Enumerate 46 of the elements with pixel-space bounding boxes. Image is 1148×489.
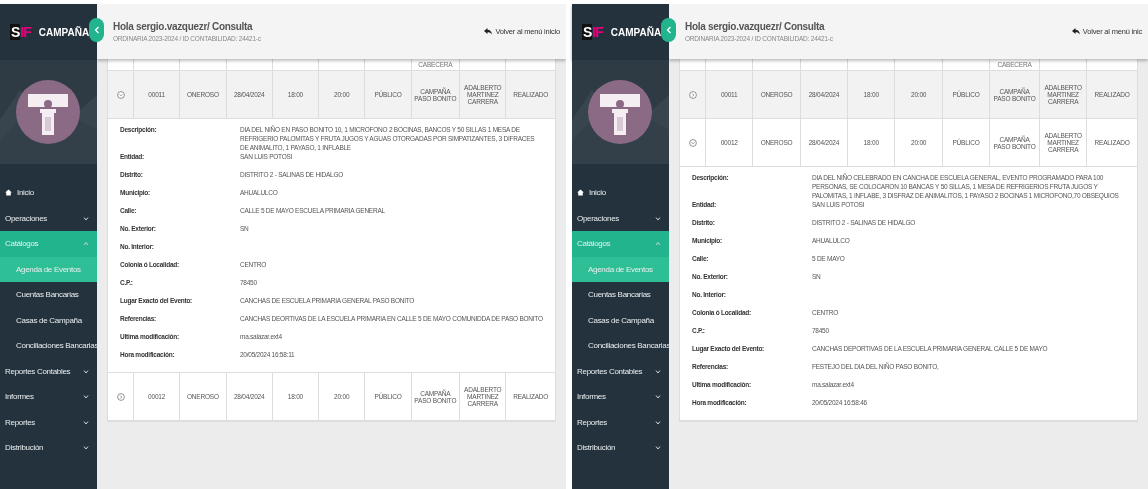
logo: SIF: [582, 24, 603, 40]
submenu-item[interactable]: Casas de Campaña: [572, 307, 669, 333]
brand-name: CAMPAÑA: [610, 26, 662, 38]
expand-icon[interactable]: [116, 392, 125, 401]
chevron-down-icon: [83, 394, 89, 400]
collapse-icon[interactable]: [116, 90, 125, 99]
home-icon: [5, 189, 12, 197]
menu-item[interactable]: Informes: [0, 384, 97, 410]
chevron-down-icon: [83, 215, 89, 221]
menu-item[interactable]: Reportes: [0, 409, 97, 435]
chevron-down-icon: [655, 419, 661, 425]
chevron-down-icon: [655, 368, 661, 374]
menu-item[interactable]: Operaciones: [572, 205, 669, 231]
chevron-left-icon: [665, 26, 672, 34]
chevron-up-icon: [83, 241, 89, 247]
submenu-item[interactable]: Conciliaciones Bancarias: [572, 333, 669, 359]
home-icon: [577, 189, 584, 197]
submenu-item[interactable]: Casas de Campaña: [0, 307, 97, 333]
back-arrow-icon: [1071, 28, 1080, 35]
chevron-up-icon: [655, 241, 661, 247]
page-title: Hola sergio.vazquezr/ Consulta: [685, 21, 826, 32]
chevron-down-icon: [83, 445, 89, 451]
page-title: Hola sergio.vazquezr/ Consulta: [113, 21, 254, 32]
back-arrow-icon: [484, 28, 493, 35]
submenu-item[interactable]: Cuentas Bancarias: [572, 282, 669, 308]
chevron-down-icon: [655, 215, 661, 221]
menu-item[interactable]: Distribución: [572, 435, 669, 461]
chevron-down-icon: [83, 419, 89, 425]
menu-item[interactable]: Operaciones: [0, 205, 97, 231]
menu-item[interactable]: Inicio: [0, 180, 97, 206]
menu-item[interactable]: Reportes Contables: [0, 358, 97, 384]
logo: SIF: [10, 24, 31, 40]
menu-item[interactable]: Distribución: [0, 435, 97, 461]
chevron-down-icon: [655, 394, 661, 400]
expand-icon[interactable]: [688, 90, 697, 99]
submenu-item[interactable]: Conciliaciones Bancarias: [0, 333, 97, 359]
menu-item[interactable]: Reportes Contables: [572, 358, 669, 384]
submenu-item[interactable]: Cuentas Bancarias: [0, 282, 97, 308]
collapse-icon[interactable]: [688, 138, 697, 147]
chevron-down-icon: [83, 368, 89, 374]
brand-name: CAMPAÑA: [38, 26, 90, 38]
menu-item[interactable]: Informes: [572, 384, 669, 410]
menu-item[interactable]: Reportes: [572, 409, 669, 435]
chevron-left-icon: [93, 26, 100, 34]
chevron-down-icon: [655, 445, 661, 451]
menu-item[interactable]: Inicio: [572, 180, 669, 206]
